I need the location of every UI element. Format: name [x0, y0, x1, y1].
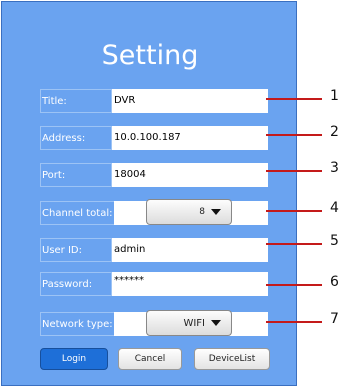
user-id-field[interactable]: admin: [112, 238, 268, 262]
user-id-label: User ID:: [40, 238, 112, 262]
callout-number: 6: [330, 274, 339, 290]
settings-panel: Setting Title: DVR Address: 10.0.100.187…: [1, 1, 297, 386]
callout-line: [266, 170, 322, 172]
callout-1: 1: [266, 88, 339, 106]
callout-2: 2: [266, 124, 339, 142]
port-field[interactable]: 18004: [112, 163, 268, 187]
callout-7: 7: [266, 311, 339, 329]
chevron-down-icon: [211, 320, 221, 326]
user-id-row: User ID: admin: [40, 238, 268, 262]
callout-line: [266, 210, 322, 212]
callout-line: [266, 243, 322, 245]
callout-3: 3: [266, 160, 339, 178]
port-row: Port: 18004: [40, 163, 268, 187]
callout-number: 2: [330, 124, 339, 140]
callout-number: 1: [330, 88, 339, 104]
channel-total-row: Channel total: 8: [40, 199, 268, 225]
callout-5: 5: [266, 233, 339, 251]
callout-number: 4: [330, 200, 339, 216]
title-field[interactable]: DVR: [112, 89, 268, 113]
network-type-row: Network type: WIFI: [40, 310, 268, 336]
callout-line: [266, 284, 322, 286]
network-type-value: WIFI: [183, 317, 205, 329]
password-row: Password: ******: [40, 272, 268, 296]
callout-line: [266, 98, 322, 100]
password-label: Password:: [40, 272, 112, 296]
title-label: Title:: [40, 89, 112, 113]
address-field[interactable]: 10.0.100.187: [112, 126, 268, 150]
address-row: Address: 10.0.100.187: [40, 126, 268, 150]
channel-total-select[interactable]: 8: [146, 199, 232, 225]
callout-6: 6: [266, 274, 339, 292]
cancel-button[interactable]: Cancel: [118, 348, 182, 370]
page-title: Setting: [101, 40, 199, 71]
password-field[interactable]: ******: [112, 272, 268, 296]
callout-line: [266, 134, 322, 136]
chevron-down-icon: [211, 209, 221, 215]
callout-number: 7: [330, 311, 339, 327]
callout-number: 3: [330, 160, 339, 176]
device-list-button[interactable]: DeviceList: [194, 348, 270, 370]
network-type-select[interactable]: WIFI: [146, 310, 232, 336]
callout-line: [266, 321, 322, 323]
port-label: Port:: [40, 163, 112, 187]
login-button[interactable]: Login: [40, 348, 108, 370]
callout-number: 5: [330, 233, 339, 249]
address-label: Address:: [40, 126, 112, 150]
channel-total-value: 8: [199, 207, 205, 217]
callout-4: 4: [266, 200, 339, 218]
title-row: Title: DVR: [40, 89, 268, 113]
